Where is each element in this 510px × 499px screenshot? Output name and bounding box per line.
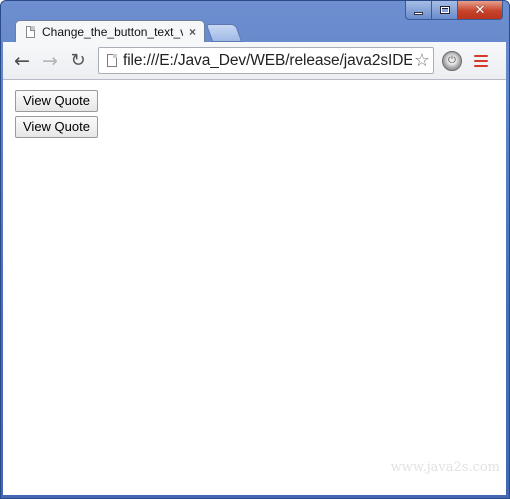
minimize-icon	[414, 11, 423, 15]
view-quote-button[interactable]: View Quote	[15, 90, 98, 112]
view-quote-button[interactable]: View Quote	[15, 116, 98, 138]
watermark: www.java2s.com	[390, 460, 500, 475]
tab-title: Change_the_button_text_v	[42, 24, 183, 39]
close-icon: ✕	[474, 2, 486, 18]
menu-icon[interactable]	[474, 54, 488, 67]
tab-active[interactable]: Change_the_button_text_v ×	[15, 20, 205, 42]
window-controls: ✕	[405, 1, 503, 20]
tab-strip: Change_the_button_text_v ×	[1, 20, 509, 42]
maximize-icon	[439, 6, 450, 14]
minimize-button[interactable]	[405, 1, 432, 20]
new-tab-button[interactable]	[205, 24, 243, 42]
forward-button[interactable]: →	[36, 46, 64, 76]
maximize-button[interactable]	[432, 1, 458, 20]
extension-icon[interactable]: ⏻	[442, 50, 462, 71]
toolbar: ← → ↻ file:///E:/Java_Dev/WEB/release/ja…	[3, 42, 506, 80]
url-text[interactable]: file:///E:/Java_Dev/WEB/release/java2sID…	[123, 52, 412, 70]
close-window-button[interactable]: ✕	[458, 1, 503, 20]
address-bar[interactable]: file:///E:/Java_Dev/WEB/release/java2sID…	[98, 47, 434, 74]
reload-button[interactable]: ↻	[64, 46, 92, 76]
browser-window: ✕ Change_the_button_text_v × ← → ↻ file:…	[0, 0, 510, 499]
tab-close-icon[interactable]: ×	[189, 25, 196, 39]
page-icon	[107, 54, 117, 67]
bookmark-star-icon[interactable]: ☆	[412, 50, 433, 71]
page-content: View Quote View Quote www.java2s.com	[3, 80, 506, 495]
page-icon	[26, 25, 35, 38]
back-button[interactable]: ←	[8, 46, 36, 76]
